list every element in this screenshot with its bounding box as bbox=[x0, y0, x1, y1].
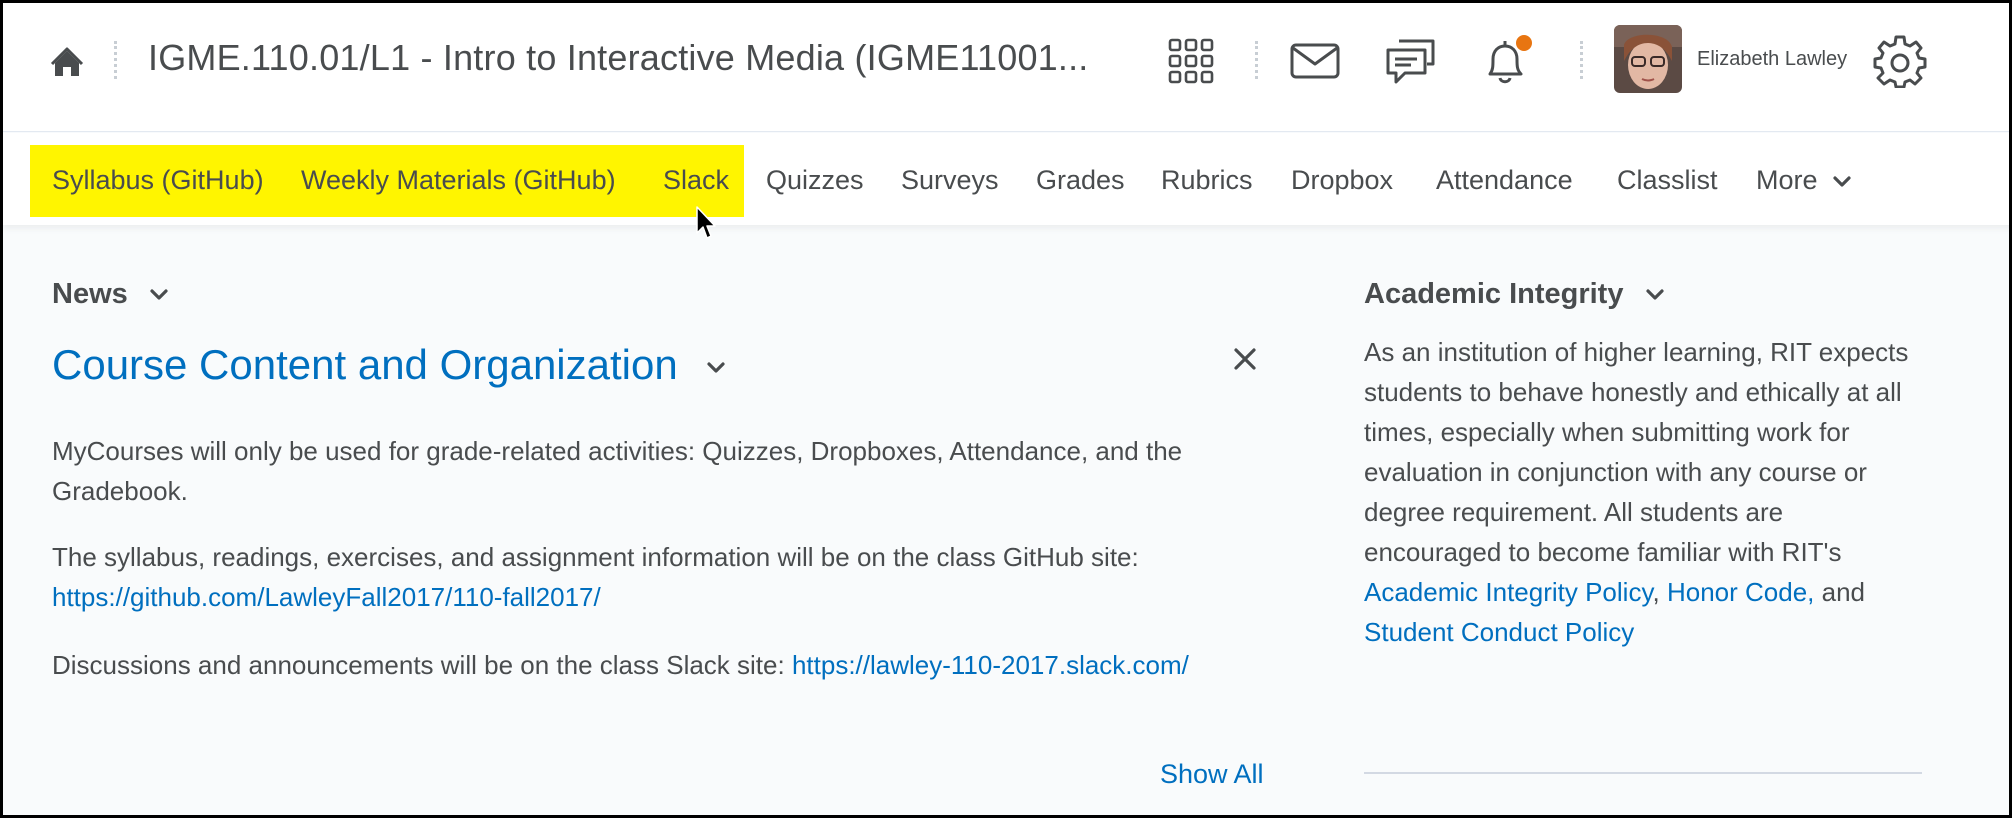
news-paragraph-3-text: Discussions and announcements will be on… bbox=[52, 650, 785, 680]
nav-item-weekly-materials[interactable]: Weekly Materials (GitHub) bbox=[301, 165, 616, 196]
course-navbar: Syllabus (GitHub) Weekly Materials (GitH… bbox=[3, 133, 2009, 225]
avatar[interactable] bbox=[1614, 25, 1682, 93]
nav-item-surveys[interactable]: Surveys bbox=[901, 165, 999, 196]
news-paragraph-2-text: The syllabus, readings, exercises, and a… bbox=[52, 542, 1139, 572]
divider bbox=[1364, 772, 1922, 774]
academic-integrity-text: As an institution of higher learning, RI… bbox=[1364, 337, 1909, 567]
nav-item-dropbox[interactable]: Dropbox bbox=[1291, 165, 1393, 196]
academic-integrity-heading[interactable]: Academic Integrity bbox=[1364, 278, 1664, 311]
nav-item-quizzes[interactable]: Quizzes bbox=[766, 165, 864, 196]
comma-separator: , bbox=[1652, 577, 1660, 607]
nav-item-more[interactable]: More bbox=[1756, 165, 1851, 196]
news-paragraph-2: The syllabus, readings, exercises, and a… bbox=[52, 537, 1292, 617]
news-item-title-text[interactable]: Course Content and Organization bbox=[52, 341, 678, 388]
chevron-down-icon[interactable] bbox=[1645, 289, 1664, 301]
chevron-down-icon[interactable] bbox=[150, 289, 168, 301]
nav-item-attendance[interactable]: Attendance bbox=[1436, 165, 1573, 196]
separator bbox=[114, 41, 118, 79]
and-text: and bbox=[1821, 577, 1866, 607]
apps-grid-icon[interactable] bbox=[1163, 33, 1219, 89]
news-paragraph-1: MyCourses will only be used for grade-re… bbox=[52, 436, 1183, 506]
home-icon[interactable] bbox=[47, 43, 87, 83]
academic-integrity-body: As an institution of higher learning, RI… bbox=[1364, 332, 1924, 652]
nav-item-slack[interactable]: Slack bbox=[663, 165, 729, 196]
close-icon[interactable] bbox=[1231, 345, 1259, 373]
show-all-link[interactable]: Show All bbox=[1160, 759, 1264, 790]
separator bbox=[1580, 41, 1584, 79]
github-link[interactable]: https://github.com/LawleyFall2017/110-fa… bbox=[52, 582, 601, 612]
slack-link[interactable]: https://lawley-110-2017.slack.com/ bbox=[792, 650, 1189, 680]
mouse-cursor-icon bbox=[696, 206, 716, 239]
nav-item-classlist[interactable]: Classlist bbox=[1617, 165, 1718, 196]
bell-icon[interactable] bbox=[1478, 33, 1534, 89]
course-title[interactable]: IGME.110.01/L1 - Intro to Interactive Me… bbox=[148, 37, 1089, 79]
separator bbox=[1255, 41, 1259, 79]
nav-item-syllabus[interactable]: Syllabus (GitHub) bbox=[52, 165, 264, 196]
academic-integrity-heading-label: Academic Integrity bbox=[1364, 278, 1624, 310]
student-conduct-policy-link[interactable]: Student Conduct Policy bbox=[1364, 617, 1634, 647]
top-header: IGME.110.01/L1 - Intro to Interactive Me… bbox=[3, 3, 2009, 132]
notification-dot bbox=[1516, 35, 1532, 51]
nav-more-label: More bbox=[1756, 165, 1818, 195]
academic-integrity-policy-link[interactable]: Academic Integrity Policy bbox=[1364, 577, 1653, 607]
news-paragraph-3: Discussions and announcements will be on… bbox=[52, 645, 1292, 685]
honor-code-link[interactable]: Honor Code, bbox=[1667, 577, 1814, 607]
chevron-down-icon bbox=[1833, 176, 1851, 187]
news-item-title[interactable]: Course Content and Organization bbox=[52, 341, 725, 389]
nav-item-grades[interactable]: Grades bbox=[1036, 165, 1125, 196]
page-frame: IGME.110.01/L1 - Intro to Interactive Me… bbox=[0, 0, 2012, 818]
gear-icon[interactable] bbox=[1872, 33, 1928, 89]
nav-item-rubrics[interactable]: Rubrics bbox=[1161, 165, 1253, 196]
mail-icon[interactable] bbox=[1287, 33, 1343, 89]
user-name[interactable]: Elizabeth Lawley bbox=[1697, 48, 1847, 71]
chevron-down-icon[interactable] bbox=[707, 362, 725, 374]
chat-icon[interactable] bbox=[1383, 33, 1439, 89]
news-widget-heading[interactable]: News bbox=[52, 278, 168, 311]
news-heading-label: News bbox=[52, 278, 128, 310]
